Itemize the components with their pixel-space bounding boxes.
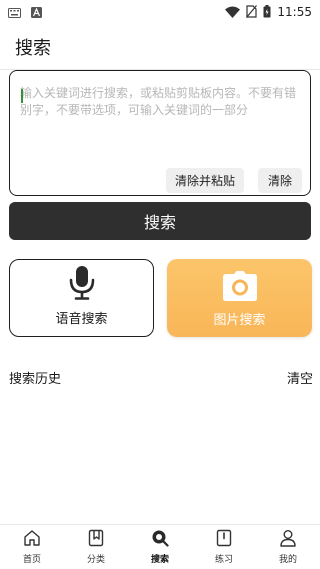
voice-search-card[interactable]: 语音搜索 [9,259,154,337]
text-cursor [21,89,23,103]
search-input[interactable] [20,85,302,155]
nav-label-search: 搜索 [150,555,169,565]
no-sim-icon [246,3,258,22]
nav-label-practice: 练习 [214,555,233,565]
nav-label-category: 分类 [86,555,105,565]
nav-item-home[interactable]: 首页 [0,525,64,569]
voice-search-label: 语音搜索 [55,312,108,327]
microphone-icon [69,266,95,304]
search-button[interactable]: 搜索 [9,202,311,240]
battery-charging-icon [263,3,271,22]
home-icon [23,529,41,551]
book-icon [215,529,233,551]
status-bar: 11:55 [0,0,320,24]
bottom-nav: 首页 分类 搜索 练习 我的 [0,524,320,569]
status-left-icons [8,3,42,22]
wifi-icon [225,3,241,22]
clear-history-button[interactable]: 清空 [287,368,313,387]
camera-icon [222,271,257,305]
page-title: 搜索 [15,37,51,59]
nav-item-practice[interactable]: 练习 [192,525,256,569]
nav-item-search[interactable]: 搜索 [128,525,192,569]
nav-item-category[interactable]: 分类 [64,525,128,569]
nav-item-mine[interactable]: 我的 [256,525,320,569]
status-time: 11:55 [277,5,312,19]
search-icon [151,529,169,551]
app-header: 搜索 [0,24,320,70]
image-search-card[interactable]: 图片搜索 [167,259,312,337]
clear-and-paste-button[interactable]: 清除并粘贴 [166,168,244,193]
search-history-title: 搜索历史 [9,372,62,387]
status-right-icons: 11:55 [225,3,312,22]
nav-label-mine: 我的 [278,555,297,565]
clear-button[interactable]: 清除 [258,168,302,193]
image-search-label: 图片搜索 [213,313,266,328]
nav-label-home: 首页 [22,555,41,565]
bookmark-icon [87,529,105,551]
notification-a-icon [31,3,42,22]
keyboard-icon [8,3,21,22]
profile-icon [279,529,297,551]
